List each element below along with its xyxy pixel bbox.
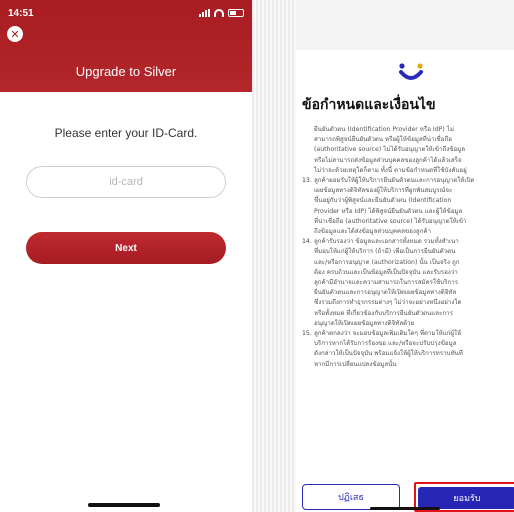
terms-line: ไม่ว่าจะด้วยเหตุใดก็ตาม ทั้งนี้ ตามข้อกำ… (314, 166, 467, 174)
terms-screen: ข้อกำหนดและเงื่อนไข ยืนยันตัวตน (Identif… (296, 0, 514, 512)
terms-line: สามารถพิสูจน์ยืนยันตัวตน หรือผู้ให้ข้อมู… (314, 136, 452, 144)
terms-intro: ยืนยันตัวตน (Identification Provider หรื… (302, 125, 514, 176)
next-button[interactable]: Next (26, 232, 226, 264)
status-time: 14:51 (8, 7, 34, 19)
terms-title: ข้อกำหนดและเงื่อนไข (302, 97, 436, 113)
brand-logo-icon (399, 63, 423, 80)
terms-line-text: ลูกค้ารับรองว่า ข้อมูลและเอกสารทั้งหมด ร… (314, 238, 459, 246)
terms-line: ยืนยันตัวตน (Identification Provider หรื… (314, 126, 454, 133)
divider-stripes (252, 0, 296, 512)
terms-line-text: ลูกค้าตกลงว่า จะมอบข้อมูลเพิ่มเติมใดๆ ที… (314, 330, 462, 338)
terms-line: (authoritative source) ไม่ได้รับอนุญาตให… (314, 146, 466, 154)
terms-line: ดังกล่าวให้เป็นปัจจุบัน พร้อมแจ้งให้ผู้ใ… (314, 350, 463, 358)
home-indicator (88, 503, 160, 507)
close-icon: ✕ (10, 27, 20, 41)
terms-line: หรือไม่สามารถส่งข้อมูลส่วนบุคคลของลูกค้า… (314, 156, 462, 164)
terms-line: ขึ้นอยู่กับว่าผู้พิสูจน์และยืนยันตัวตน (… (314, 197, 452, 205)
terms-line: ที่น่าเชื่อถือ (authoritative source) ได… (314, 217, 467, 225)
page-title: Upgrade to Silver (75, 64, 177, 79)
terms-line: 13. ลูกค้ายอมรับให้ผู้ให้บริการยืนยันตัวต… (302, 176, 514, 186)
terms-line: ซึ่งรวมถึงการทำธุรกรรมต่างๆ ไม่ว่าจะอย่า… (314, 299, 462, 307)
upgrade-screen: 14:51 ✕ Upgrade to Silver Please enter y… (0, 0, 252, 512)
terms-line-text: ลูกค้ายอมรับให้ผู้ให้บริการยืนยันตัวตนแล… (314, 177, 475, 185)
id-card-input[interactable] (26, 166, 226, 198)
terms-line: บริการหากได้รับการร้องขอ และ/หรือจะปรับป… (314, 340, 457, 348)
terms-line: เผยข้อมูลทางดิจิทัลของผู้ให้บริการที่ผูก… (314, 187, 453, 195)
top-bar (296, 0, 514, 50)
terms-item-14: 14. ลูกค้ารับรองว่า ข้อมูลและเอกสารทั้งหม… (302, 237, 514, 329)
terms-item-13: 13. ลูกค้ายอมรับให้ผู้ให้บริการยืนยันตัวต… (302, 176, 514, 237)
terms-line: และ/หรือการอนุญาต (authorization) นั้น เ… (314, 258, 460, 266)
home-indicator (370, 507, 440, 510)
terms-line: Provider หรือ IdP) ได้พิสูจน์ยืนยันตัวตน… (314, 207, 463, 215)
terms-line: ที่มอบให้แก่ผู้ให้บริการ (ถ้ามี) เพื่อเป… (314, 248, 456, 256)
terms-line: หรือทั้งหมด ที่เกี่ยวข้องกับบริการยืนยัน… (314, 309, 453, 317)
terms-line: ถึงข้อมูลและได้ส่งข้อมูลส่วนบุคคลของลูกค… (314, 228, 432, 236)
signal-icon (199, 9, 210, 17)
status-icons (199, 9, 244, 17)
terms-item-15: 15. ลูกค้าตกลงว่า จะมอบข้อมูลเพิ่มเติมใดๆ… (302, 329, 514, 370)
terms-line: ยืนยันตัวตนและการอนุญาตให้เปิดเผยข้อมูลท… (314, 289, 457, 297)
item-number: 15. (302, 330, 312, 338)
battery-icon (228, 9, 244, 17)
item-number: 13. (302, 177, 312, 185)
terms-line: หากมีการเปลี่ยนแปลงข้อมูลนั้น (314, 360, 397, 368)
terms-line: 15. ลูกค้าตกลงว่า จะมอบข้อมูลเพิ่มเติมใดๆ… (302, 329, 514, 339)
wifi-icon (214, 9, 224, 17)
terms-line: อนุญาตให้เปิดเผยข้อมูลทางดิจิทัลด้วย (314, 319, 415, 327)
terms-line: ลูกค้ามีอำนาจและความสามารถในการสมัครใช้บ… (314, 279, 459, 287)
close-button[interactable]: ✕ (7, 26, 23, 42)
screenshot-stage: 14:51 ✕ Upgrade to Silver Please enter y… (0, 0, 514, 512)
terms-line: ต้อง ครบถ้วนและเป็นข้อมูลที่เป็นปัจจุบัน… (314, 268, 458, 276)
header-bar: 14:51 ✕ Upgrade to Silver (0, 0, 252, 92)
terms-line: 14. ลูกค้ารับรองว่า ข้อมูลและเอกสารทั้งหม… (302, 237, 514, 247)
terms-content[interactable]: ยืนยันตัวตน (Identification Provider หรื… (302, 125, 514, 370)
item-number: 14. (302, 238, 312, 246)
id-card-prompt: Please enter your ID-Card. (54, 126, 198, 140)
accept-button[interactable]: ยอมรับ (418, 487, 514, 509)
status-bar: 14:51 (8, 6, 244, 20)
